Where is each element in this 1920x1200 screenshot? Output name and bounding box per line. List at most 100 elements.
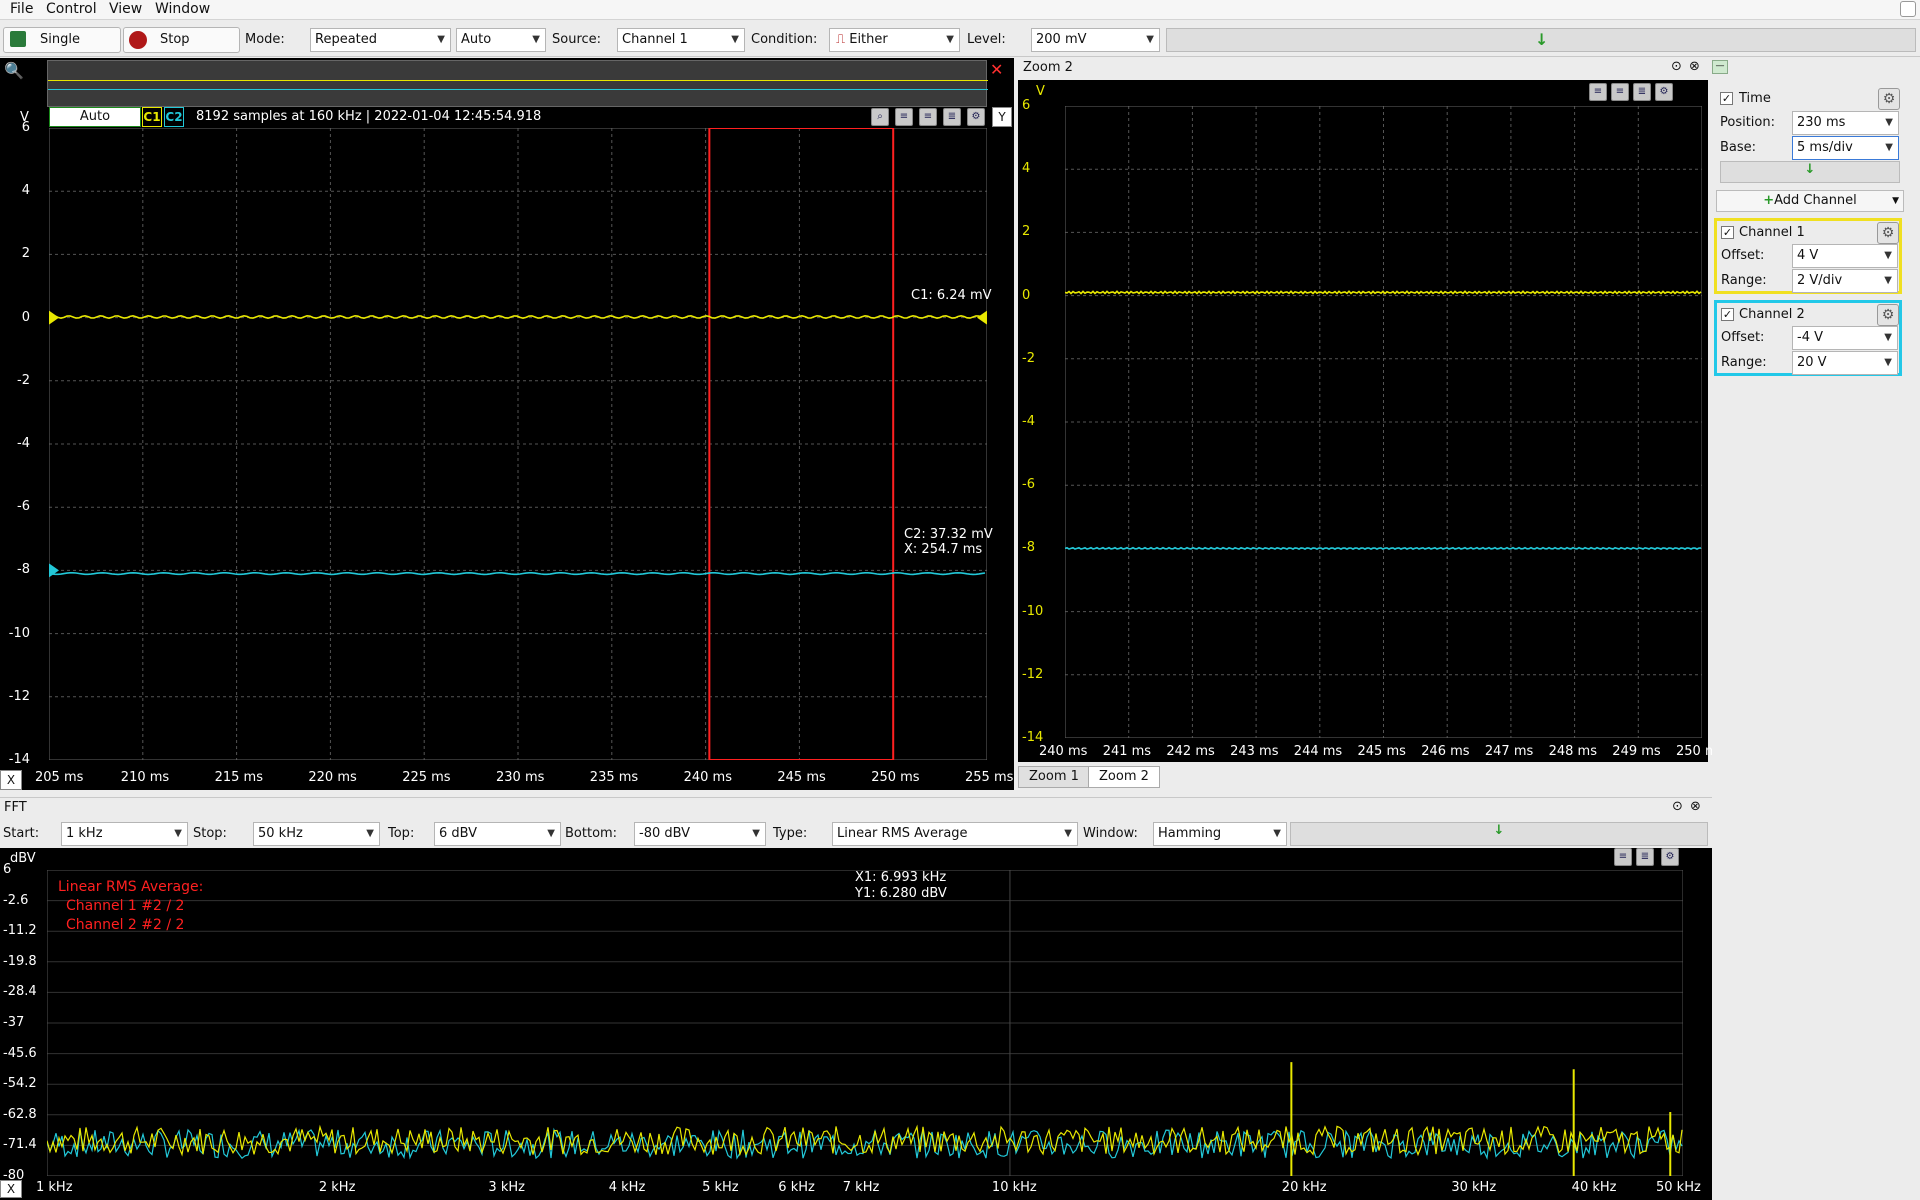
time-checkbox[interactable]: ✓ [1720,92,1733,105]
fft-y-unit: dBV [10,851,36,866]
overview-ch2-line [48,89,988,90]
chevron-down-icon: ▼ [1892,196,1899,206]
chevron-down-icon: ▼ [1884,250,1892,261]
chevron-down-icon: ▼ [174,828,182,839]
c2-cursor-readout: C2: 37.32 mV [904,527,993,542]
level-input[interactable]: 200 mV ▼ [1031,28,1160,52]
ch1-offset-input[interactable]: 4 V ▼ [1792,244,1898,268]
zoom-y-tick-label: -14 [1022,730,1044,745]
detach-icon[interactable]: ⊙ [1671,59,1682,74]
fft-y-tick-label: -45.6 [3,1045,37,1061]
fft-stop-input[interactable]: 50 kHz ▼ [253,822,380,846]
fft-x-tick-label: 4 kHz [608,1180,646,1195]
menu-control[interactable]: Control [46,1,97,17]
zoom-x-tick-label: 241 ms [1102,744,1152,759]
cursor-vertical-icon[interactable]: ≡ [1611,83,1629,101]
zoom-y-tick-label: -12 [1022,666,1044,682]
overview-ch1-line [48,80,988,81]
stop-icon [129,31,147,49]
collapse-icon[interactable]: — [1712,60,1728,74]
ch1-range-input[interactable]: 2 V/div ▼ [1792,269,1898,293]
window-restore-icon[interactable] [1900,1,1916,17]
time-group: ✓ Time ⚙ Position: 230 ms ▼ Base: 5 ms/di… [1714,88,1904,212]
gear-icon[interactable]: ⚙ [1655,83,1673,101]
auto-value: Auto [461,32,492,47]
x-axis-button[interactable]: X [0,770,22,790]
fft-x-tick-label: 30 kHz [1451,1180,1497,1195]
close-icon[interactable]: ✕ [990,60,1003,79]
fft-slider[interactable]: ↓ [1290,822,1708,846]
position-value: 230 ms [1797,115,1846,130]
condition-label: Condition: [751,32,818,47]
ch1-range-label: Range: [1721,273,1767,288]
fft-window-select[interactable]: Hamming ▼ [1153,822,1287,846]
menu-view[interactable]: View [109,1,142,17]
plus-icon: + [1763,193,1775,208]
zoom-x-tick-label: 246 ms [1421,744,1470,759]
fft-x-tick-label: 6 kHz [778,1180,815,1195]
list-icon[interactable]: ≣ [943,108,961,126]
tab-zoom-2[interactable]: Zoom 2 [1088,766,1160,788]
fft-x-button-label: X [6,1182,16,1196]
menu-window[interactable]: Window [155,1,210,17]
zoom-plot-area[interactable] [1065,106,1702,738]
fft-bottom-input[interactable]: -80 dBV ▼ [634,822,766,846]
time-label: Time [1739,91,1771,106]
zoom-icon[interactable]: ⌕ [871,108,889,126]
zoom-y-tick-label: -6 [1022,477,1035,493]
close-icon[interactable]: ⊗ [1690,799,1701,814]
y-axis-button[interactable]: Y [992,107,1012,127]
gear-icon[interactable]: ⚙ [1661,848,1679,866]
trigger-position-slider[interactable]: ↓ [1166,28,1916,52]
add-channel-button[interactable]: +Add Channel ▼ [1716,190,1904,212]
cursor-icon[interactable]: ≡ [1589,83,1607,101]
level-value: 200 mV [1036,32,1087,47]
gear-icon[interactable]: ⚙ [967,108,985,126]
fft-y-tick-label: -37 [3,1015,25,1030]
fft-plot-area[interactable] [47,870,1683,1176]
list-icon[interactable]: ≣ [1636,848,1654,866]
fft-start-input[interactable]: 1 kHz ▼ [61,822,188,846]
close-icon[interactable]: ⊗ [1689,59,1700,74]
c2-badge[interactable]: C2 [164,107,184,127]
fft-y1-readout: Y1: 6.280 dBV [855,886,947,901]
mode-select[interactable]: Repeated ▼ [310,28,451,52]
gear-icon[interactable]: ⚙ [1877,222,1899,244]
stop-button[interactable]: Stop [123,27,240,53]
fft-x-tick-label: 40 kHz [1571,1180,1617,1195]
channel-2-checkbox[interactable]: ✓ [1721,308,1734,321]
single-button[interactable]: Single [3,27,121,53]
x-tick-label: 255 ms [965,770,1014,785]
fft-x1-readout: X1: 6.993 kHz [855,870,947,885]
zoom-tabs: Zoom 1 Zoom 2 [1018,764,1708,792]
detach-icon[interactable]: ⊙ [1672,799,1683,814]
overview-strip[interactable] [47,60,988,107]
ch2-range-input[interactable]: 20 V ▼ [1792,351,1898,375]
gear-icon[interactable]: ⚙ [1877,304,1899,326]
cursor-icon[interactable]: ≡ [1614,848,1632,866]
c1-badge[interactable]: C1 [142,107,162,127]
cursor-vertical-icon[interactable]: ≡ [919,108,937,126]
fft-x-tick-label: 5 kHz [702,1180,739,1195]
tab-zoom-1[interactable]: Zoom 1 [1018,766,1090,788]
trigger-auto-select[interactable]: Auto ▼ [456,28,546,52]
fft-top-input[interactable]: 6 dBV ▼ [434,822,561,846]
main-plot-area[interactable] [49,128,987,760]
list-icon[interactable]: ≣ [1633,83,1651,101]
zoom-magnifier-icon[interactable]: 🔍 [4,61,24,80]
menu-bar: File Control View Window [0,0,1920,20]
fft-type-select[interactable]: Linear RMS Average ▼ [832,822,1078,846]
position-input[interactable]: 230 ms ▼ [1792,111,1899,135]
zoom-y-tick-label: -10 [1022,603,1044,619]
source-select[interactable]: Channel 1 ▼ [617,28,745,52]
base-input[interactable]: 5 ms/div ▼ [1792,136,1899,160]
fft-start-value: 1 kHz [66,826,103,841]
menu-file[interactable]: File [10,1,33,17]
channel-1-checkbox[interactable]: ✓ [1721,226,1734,239]
time-position-slider[interactable]: ↓ [1720,161,1900,183]
ch2-offset-input[interactable]: -4 V ▼ [1792,326,1898,350]
zoom-x-tick-label: 249 ms [1612,744,1661,759]
cursor-icon[interactable]: ≡ [895,108,913,126]
gear-icon[interactable]: ⚙ [1878,88,1900,110]
condition-select[interactable]: ⎍ Either ▼ [829,28,960,52]
